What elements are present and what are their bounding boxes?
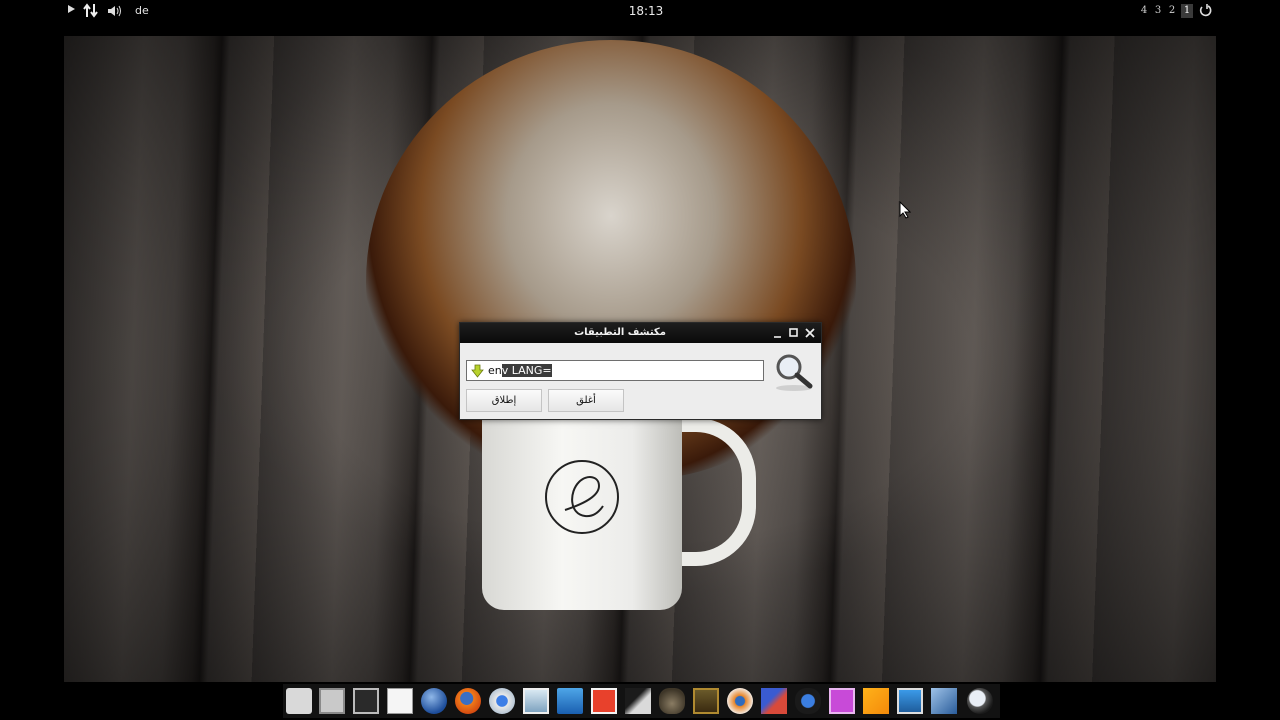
command-input[interactable]: env LANG= — [466, 360, 764, 381]
command-text: en — [488, 364, 502, 377]
power-icon[interactable] — [1198, 3, 1213, 22]
globe-icon[interactable] — [421, 688, 447, 714]
document-icon[interactable] — [863, 688, 889, 714]
terminal-icon[interactable] — [353, 688, 379, 714]
elementary-logo-icon — [545, 460, 619, 534]
network-arrows-icon[interactable] — [83, 3, 99, 22]
window-icon[interactable] — [557, 688, 583, 714]
volume-icon[interactable] — [107, 4, 123, 22]
text-editor-icon[interactable] — [387, 688, 413, 714]
virtualbox-icon[interactable] — [931, 688, 957, 714]
files-icon[interactable] — [319, 688, 345, 714]
image-viewer-icon[interactable] — [523, 688, 549, 714]
audio-editor-icon[interactable] — [795, 688, 821, 714]
keyboard-layout-indicator[interactable]: de — [135, 4, 149, 18]
window-titlebar[interactable]: مكتشف التطبيقات — [460, 323, 821, 343]
search-icon[interactable] — [967, 688, 993, 714]
workspace-1[interactable]: 1 — [1181, 4, 1193, 18]
inkscape-icon[interactable] — [625, 688, 651, 714]
media-player-icon[interactable] — [897, 688, 923, 714]
app-finder-window: مكتشف التطبيقات env LANG= إطلاق أغلق — [459, 322, 822, 420]
mona-lisa-icon[interactable] — [693, 688, 719, 714]
play-icon[interactable] — [67, 4, 76, 18]
command-text-selection: v LANG= — [501, 364, 552, 377]
workspace-2[interactable]: 2 — [1166, 4, 1178, 18]
gimp-icon[interactable] — [659, 688, 685, 714]
pdf-icon[interactable] — [591, 688, 617, 714]
maximize-icon[interactable] — [787, 326, 801, 340]
down-arrow-icon — [471, 363, 484, 382]
clock[interactable]: 18:13 — [600, 3, 692, 19]
blender-icon[interactable] — [727, 688, 753, 714]
dock — [283, 684, 1000, 718]
workspace-4[interactable]: 4 — [1138, 4, 1150, 18]
video-editor-icon[interactable] — [829, 688, 855, 714]
close-button[interactable]: أغلق — [548, 389, 624, 412]
workspace-3[interactable]: 3 — [1152, 4, 1164, 18]
close-icon[interactable] — [803, 326, 817, 340]
top-panel: de 18:13 4 3 2 1 — [0, 0, 1280, 22]
archive-icon[interactable] — [286, 688, 312, 714]
minimize-icon[interactable] — [771, 326, 785, 340]
chromium-icon[interactable] — [489, 688, 515, 714]
magnifier-icon — [772, 352, 816, 396]
dev-tools-icon[interactable] — [761, 688, 787, 714]
mouse-pointer-icon — [899, 200, 912, 223]
firefox-icon[interactable] — [455, 688, 481, 714]
window-title: مكتشف التطبيقات — [574, 327, 666, 338]
launch-button[interactable]: إطلاق — [466, 389, 542, 412]
